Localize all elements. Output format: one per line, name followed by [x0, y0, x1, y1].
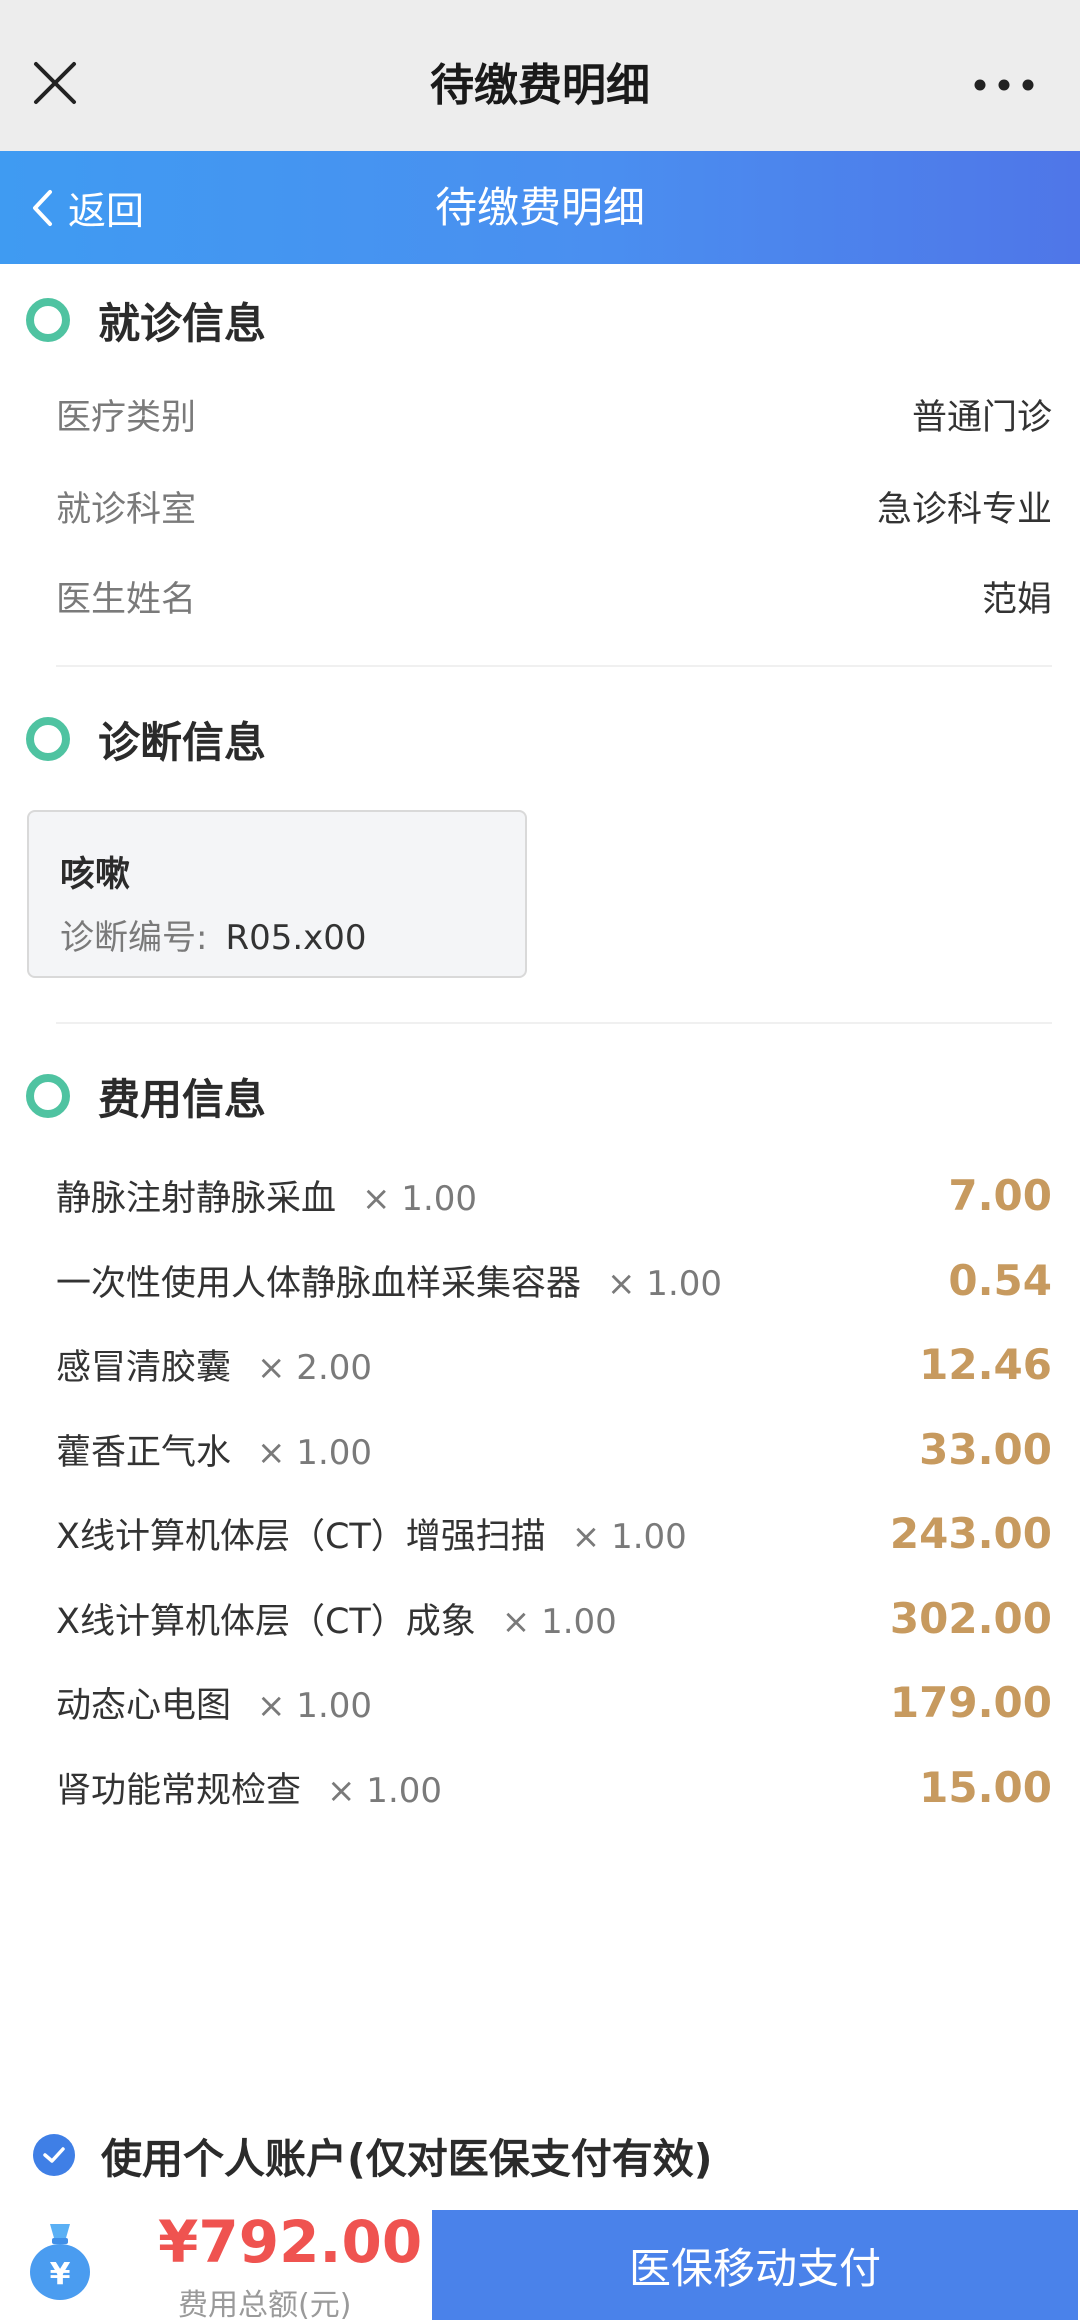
visit-row-department: 就诊科室 急诊科专业 [56, 489, 1052, 530]
fee-item: 肾功能常规检查 × 1.00 15.00 [56, 1755, 1052, 1819]
fee-item-qty: × 1.00 [257, 1432, 373, 1473]
section-ring-icon [26, 717, 70, 761]
fee-item: 静脉注射静脉采血 × 1.00 7.00 [56, 1163, 1052, 1227]
fee-item-qty: × 1.00 [607, 1263, 723, 1304]
fee-item-name: X线计算机体层（CT）成象 [56, 1601, 476, 1642]
personal-account-label: 使用个人账户(仅对医保支付有效) [101, 2135, 713, 2183]
fee-item-amount: 12.46 [919, 1339, 1052, 1389]
page-header: 返回 待缴费明细 [0, 151, 1080, 264]
diagnosis-name: 咳嗽 [60, 855, 131, 895]
diagnosis-code-row: 诊断编号: R05.x00 [60, 910, 367, 959]
fee-item-qty: × 1.00 [327, 1770, 443, 1811]
check-circle-icon[interactable] [33, 2134, 75, 2176]
fee-item-amount: 302.00 [889, 1593, 1052, 1643]
medical-insurance-pay-button[interactable]: 医保移动支付 [432, 2210, 1078, 2320]
diagnosis-code-label: 诊断编号: [60, 918, 208, 958]
section-ring-icon [26, 298, 70, 342]
fee-item-name: 肾功能常规检查 [56, 1770, 302, 1811]
fee-item: X线计算机体层（CT）成象 × 1.00 302.00 [56, 1586, 1052, 1650]
money-bag-icon: ¥ [30, 2224, 90, 2300]
section-ring-icon [26, 1074, 70, 1118]
personal-account-option[interactable]: 使用个人账户(仅对医保支付有效) [33, 2120, 712, 2190]
divider [56, 1022, 1052, 1024]
diagnosis-code: R05.x00 [225, 918, 367, 958]
diagnosis-card: 咳嗽 诊断编号: R05.x00 [27, 810, 527, 978]
fee-item-amount: 243.00 [889, 1508, 1052, 1558]
fee-item: 一次性使用人体静脉血样采集容器 × 1.00 0.54 [56, 1248, 1052, 1312]
visit-row-doctor: 医生姓名 范娟 [56, 579, 1052, 620]
fee-item: X线计算机体层（CT）增强扫描 × 1.00 243.00 [56, 1501, 1052, 1565]
total-amount: ¥792.00 [158, 2208, 423, 2276]
visit-row-category: 医疗类别 普通门诊 [56, 397, 1052, 438]
fee-item-name: 动态心电图 [56, 1685, 232, 1726]
checkmark-icon [43, 2147, 65, 2163]
fee-item-name: 静脉注射静脉采血 [56, 1178, 337, 1219]
fee-item-qty: × 1.00 [501, 1601, 617, 1642]
fee-item: 感冒清胶囊 × 2.00 12.46 [56, 1332, 1052, 1396]
fee-item-qty: × 1.00 [571, 1516, 687, 1557]
fee-item-amount: 179.00 [889, 1677, 1052, 1727]
divider [56, 665, 1052, 667]
fee-item-qty: × 2.00 [257, 1347, 373, 1388]
fee-item-amount: 15.00 [919, 1762, 1052, 1812]
fee-item-amount: 7.00 [948, 1170, 1052, 1220]
fee-item-amount: 0.54 [948, 1255, 1052, 1305]
diagnosis-section-title: 诊断信息 [26, 709, 266, 769]
fee-item-amount: 33.00 [919, 1424, 1052, 1474]
money-bag-symbol: ¥ [50, 2257, 71, 2292]
fee-item-name: X线计算机体层（CT）增强扫描 [56, 1516, 546, 1557]
window-title: 待缴费明细 [430, 60, 650, 111]
visit-section-title: 就诊信息 [26, 290, 266, 350]
more-icon[interactable] [972, 70, 1036, 100]
page-title: 待缴费明细 [434, 183, 645, 232]
fee-item-name: 感冒清胶囊 [56, 1347, 232, 1388]
fee-section-title: 费用信息 [26, 1066, 266, 1126]
fee-item: 动态心电图 × 1.00 179.00 [56, 1670, 1052, 1734]
fee-item-qty: × 1.00 [257, 1685, 373, 1726]
fee-item: 藿香正气水 × 1.00 33.00 [56, 1417, 1052, 1481]
fee-item-name: 一次性使用人体静脉血样采集容器 [56, 1263, 582, 1304]
title-bar: 待缴费明细 [0, 0, 1080, 151]
fee-item-qty: × 1.00 [362, 1178, 478, 1219]
total-label: 费用总额(元) [178, 2288, 352, 2320]
fee-item-name: 藿香正气水 [56, 1432, 232, 1473]
